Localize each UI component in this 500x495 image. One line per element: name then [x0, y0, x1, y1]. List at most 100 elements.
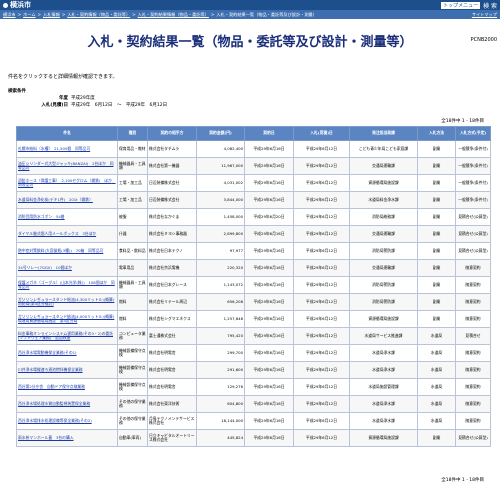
row-title-link[interactable]: 消防団用防水ゴボン 54着 — [16, 208, 118, 226]
row-bid-method: 副業 — [417, 276, 456, 294]
row-bid-method: 副業 — [417, 225, 456, 243]
row-amount: 795,420 — [196, 327, 245, 345]
row-title-link[interactable]: 西谷浄水場排水処理設備等保全業務(その2) — [16, 412, 118, 430]
row-category: 保育用品・教材 — [117, 140, 148, 158]
table-row: 消防ホース（保護工事） 2,100セグロム（鋼鉄) ほか 同等品可 工場・加工品日… — [16, 174, 491, 192]
row-bid-method: 副業 — [417, 242, 456, 260]
page-title: 入札・契約結果一覧（物品・委託等及び設計・測量等） — [87, 35, 413, 50]
row-bid-date: 平成29年6月12日 — [293, 191, 350, 209]
row-department: 水道局施設管理課 — [349, 378, 418, 396]
row-amount: 299,700 — [196, 344, 245, 362]
row-category: 食料品・飲料品 — [117, 242, 148, 260]
row-department: 交通局運輸課 — [349, 225, 418, 243]
row-title-link[interactable]: 西谷浄水場電動機保全業務(その1) — [16, 344, 118, 362]
site-logo[interactable]: 横浜市 — [3, 0, 31, 10]
row-bid-date: 平成29年6月12日 — [293, 242, 350, 260]
row-department: 水道局料金浄水課 — [349, 191, 418, 209]
row-category: 燃料 — [117, 293, 148, 311]
breadcrumb-item[interactable]: 入札・契約情報（物品・委託等） — [67, 12, 130, 18]
row-amount: 656,208 — [196, 293, 245, 311]
row-title-link[interactable]: 消防ホース（保護工事） 2,100セグロム（鋼鉄) ほか 同等品可 — [16, 174, 118, 192]
breadcrumb-item[interactable]: 横浜市 — [3, 12, 16, 18]
row-department: 交通局運輸課 — [349, 157, 418, 175]
row-title-link[interactable]: 油圧シリンダー式大型ジャッキ(BANZAI) 2台ほか 同等品可 — [16, 157, 118, 175]
row-title-link[interactable]: 西谷浄水場処理水質自動監視装置保全業務 — [16, 395, 118, 413]
row-bid-date: 平成29年6月12日 — [293, 378, 350, 396]
row-department: 資源循環局施設課 — [349, 429, 418, 447]
row-bid-date: 平成29年6月12日 — [293, 140, 350, 158]
table-row: 西谷浄水場排水処理設備等保全業務(その2) その他の保守業務 月島テクノメンテサービ… — [16, 412, 491, 430]
row-category: 電車用品 — [117, 259, 148, 277]
row-title-link[interactable]: 保護メガネ（ゴーグル）(山本光学(株)) 108個ほか 同等品可 — [16, 276, 118, 294]
row-department: 水道局浄水課 — [349, 344, 418, 362]
row-bid-date: 平成29年6月12日 — [293, 157, 350, 175]
row-department: こども青少年局こども家庭課 — [349, 140, 418, 158]
results-table: 件名 種目 契約の相手方 契約金額(円) 契約日 入札(見積)日 発注担当局課 … — [16, 126, 491, 447]
row-contract-date: 平成29年6月16日 — [244, 310, 294, 328]
row-bid-type: 随意契約 — [455, 412, 491, 430]
row-bid-method: 水道局 — [417, 361, 456, 379]
row-department: 水道局浄水課 — [349, 412, 418, 430]
table-row: 消防団用防水ゴボン 54着 被服 株式会社なかぐま 1,458,000 平成29年6月2… — [16, 208, 491, 226]
row-contractor: 日辺装備株式会社 — [147, 174, 197, 192]
column-header: 契約金額(円) — [196, 126, 245, 141]
row-bid-method: 副業 — [417, 140, 456, 158]
row-bid-date: 平成29年6月12日 — [293, 259, 350, 277]
row-title-link[interactable]: 西谷第2分庁舎 自動ドア保守点検業務 — [16, 378, 118, 396]
row-contractor: 株式会社シグマエネクス — [147, 310, 197, 328]
row-title-link[interactable]: ガソリンレギュラースタンド給油(4,000リットル)(概算)環境局資源循環局施設… — [16, 310, 118, 328]
breadcrumb-current: 入札・契約結果一覧（物品・委託等及び設計・測量） — [216, 11, 317, 17]
top-menu-button[interactable]: トップメニュー — [441, 1, 481, 9]
row-bid-type: 見積合せ(公募型) — [455, 242, 491, 260]
table-row: 札幌市給料（水槽） 21,500個 同等品可 保育用品・教材 株式会社タチムラ 4,0… — [16, 140, 491, 158]
table-row: 西谷第2分庁舎 自動ドア保守点検業務 機械設備保守点検 株式会社明電舎 129,276… — [16, 378, 491, 396]
row-contract-date: 平成29年6月16日 — [244, 395, 294, 413]
row-amount: 1,257,648 — [196, 310, 245, 328]
table-header-row: 件名 種目 契約の相手方 契約金額(円) 契約日 入札(見積)日 発注担当局課 … — [16, 126, 491, 141]
breadcrumb-item[interactable]: 入札情報 — [43, 12, 60, 18]
row-contractor: 株式会社リテール周辺 — [147, 293, 197, 311]
row-title-link[interactable]: ダイヤル継式個人用メールボックス 3台ほか — [16, 225, 118, 243]
breadcrumb-item[interactable]: 入札・契約結果情報（物品・委託等） — [138, 12, 209, 18]
table-row: ガソリンレギュラースタンド給油(4,000リットル)(概算)環境局資源循環局施設… — [16, 310, 491, 328]
table-row: 熱中症対策飲料(大容量瓶(3種)) 70箱 同等品可 食料品・飲料品 株式会社日本テ… — [16, 242, 491, 260]
row-contract-date: 平成29年6月16日 — [244, 429, 294, 447]
row-bid-method: 水道局 — [417, 327, 456, 345]
row-amount: 129,276 — [196, 378, 245, 396]
row-contractor: 株式会社日本グレース — [147, 276, 197, 294]
row-amount: 220,320 — [196, 259, 245, 277]
row-title-link[interactable]: 雨水枡マンホール蓋 3台の購入 — [16, 429, 118, 447]
row-title-link[interactable]: 川井浄水場緩速ろ過池撹拌機保全業務 — [16, 361, 118, 379]
row-category: 燃料 — [117, 310, 148, 328]
column-header: 件名 — [16, 126, 118, 141]
row-category: 機械設備保守点検 — [117, 361, 148, 379]
row-title-link[interactable]: 札幌市給料（水槽） 21,500個 同等品可 — [16, 140, 118, 158]
breadcrumb: 横浜市 > ホーム > 入札情報 > 入札・契約情報（物品・委託等） > 入札・契約結果… — [0, 10, 500, 19]
row-contractor: 株式会社京浜電機 — [147, 259, 197, 277]
row-contractor: 株式会社明電舎 — [147, 378, 197, 396]
search-button[interactable]: 検 索 — [483, 1, 497, 10]
row-bid-date: 平成29年6月12日 — [293, 225, 350, 243]
column-header: 契約日 — [244, 126, 294, 141]
breadcrumb-item[interactable]: ホーム — [23, 12, 35, 18]
row-amount: 291,600 — [196, 361, 245, 379]
row-title-link[interactable]: 熱中症対策飲料(大容量瓶(3種)) 70箱 同等品可 — [16, 242, 118, 260]
row-title-link[interactable]: 料金事務オンラインシステム運用業務(その3・2)の委託(ソフトウェア業務) 追加… — [16, 327, 118, 345]
row-category: 被服 — [117, 208, 148, 226]
column-header: 種目 — [117, 126, 148, 141]
row-amount: 604,800 — [196, 395, 245, 413]
sitemap-link[interactable]: サイトマップ — [472, 12, 497, 18]
condition-date-value: 平成29年 6月12日 ～ 平成29年 6月12日 — [71, 102, 168, 108]
row-bid-type: 一般競争(条件付) — [455, 191, 491, 209]
table-row: 西谷浄水場処理水質自動監視装置保全業務 その他の保守業務 株式会社東洋技術 604,8… — [16, 395, 491, 413]
row-department: 消防局警防課 — [349, 242, 418, 260]
row-title-link[interactable]: ガソリンレギュラースタンド給油(4,300リットル)(概算)消防局(第4区分検討… — [16, 293, 118, 311]
condition-year-value: 平成29年度 — [71, 95, 95, 101]
row-title-link[interactable]: 水道局料金浄化炭(デキ1件) 201t（鋼鉄） — [16, 191, 118, 209]
row-title-link[interactable]: 34号リレー(7GGV) 10個ほか — [16, 259, 118, 277]
row-category: 自動車(車両) — [117, 429, 148, 447]
row-bid-type: 一般競争(条件付) — [455, 157, 491, 175]
row-contractor: 株式会社タチムラ — [147, 140, 197, 158]
row-contract-date: 平成29年6月20日 — [244, 208, 294, 226]
row-bid-method: 副業 — [417, 174, 456, 192]
